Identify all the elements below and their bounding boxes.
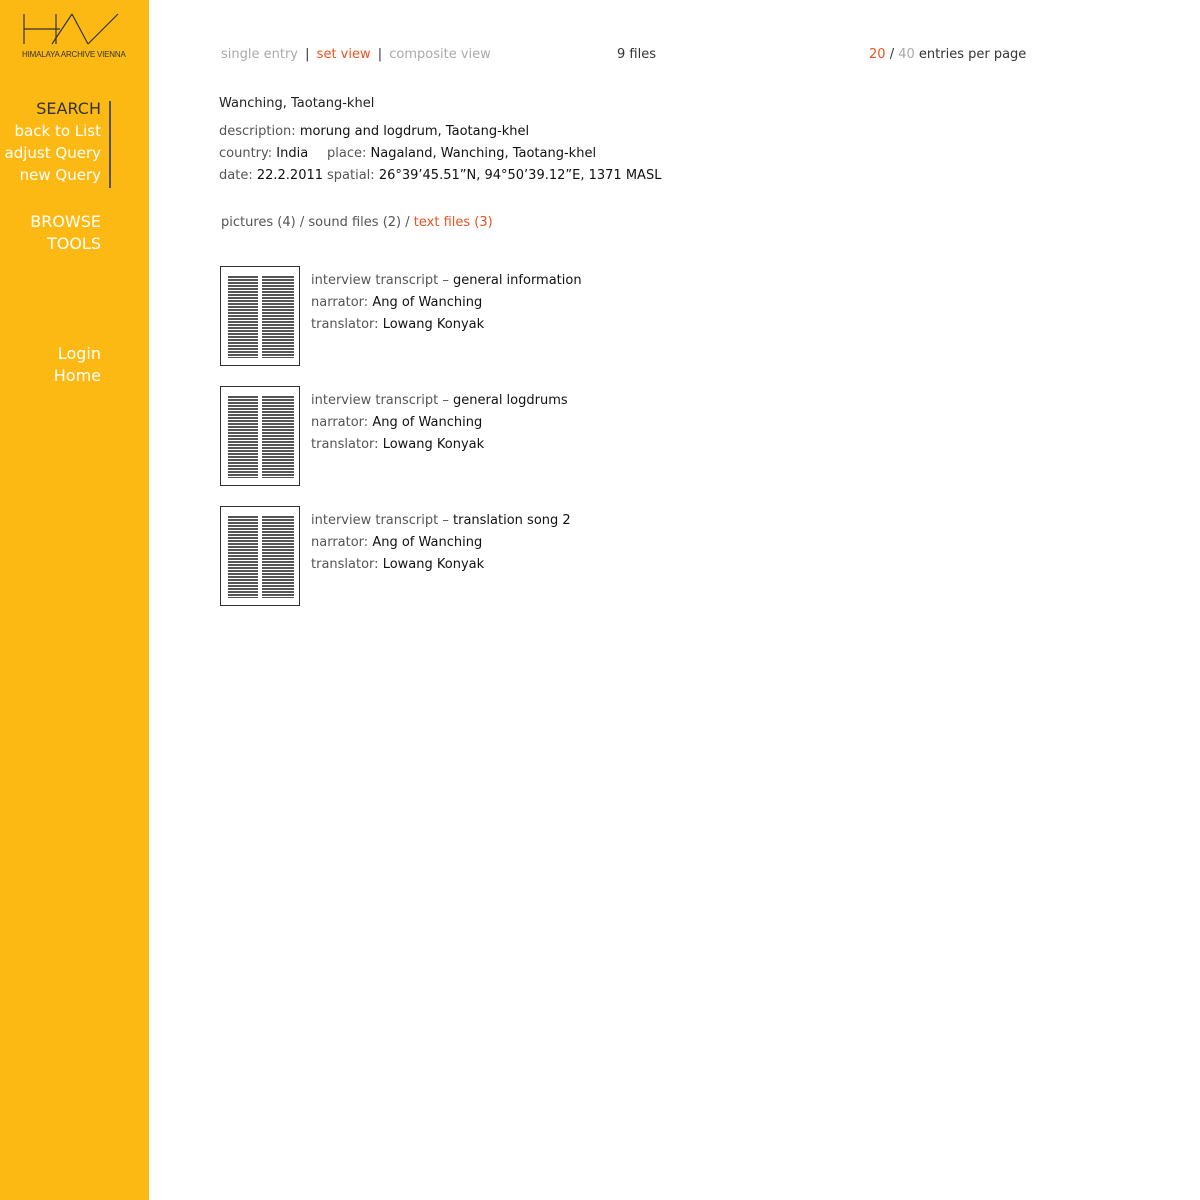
adjust-query-link[interactable]: adjust Query <box>5 142 101 164</box>
file-title[interactable]: general logdrums <box>453 393 568 408</box>
tab-text-files[interactable]: text files (3) <box>414 215 493 230</box>
place-label: place: <box>327 146 367 161</box>
narrator-label: narrator: <box>311 415 369 430</box>
text-column <box>228 516 258 598</box>
tab-pictures[interactable]: pictures (4) <box>221 215 296 230</box>
single-entry-link[interactable]: single entry <box>221 47 298 62</box>
narrator-value: Ang of Wanching <box>372 295 483 310</box>
text-column <box>262 516 294 598</box>
text-column <box>262 276 294 358</box>
new-query-link[interactable]: new Query <box>5 164 101 186</box>
narrator-line: narrator: Ang of Wanching <box>311 412 568 434</box>
tools-link[interactable]: TOOLS <box>30 233 101 255</box>
file-item[interactable]: interview transcript – general informati… <box>220 266 920 366</box>
spatial-value: 26°39’45.51”N, 94°50’39.12”E, 1371 MASL <box>378 168 662 183</box>
file-type-tabs: pictures (4) / sound files (2) / text fi… <box>221 215 493 230</box>
date-value: 22.2.2011 <box>256 168 324 183</box>
tab-separator: / <box>299 215 305 230</box>
file-type-label: interview transcript – <box>311 513 449 528</box>
text-column <box>228 276 258 358</box>
file-info: interview transcript – general logdrums … <box>311 390 568 456</box>
search-nav: SEARCH back to List adjust Query new Que… <box>5 98 101 186</box>
file-item[interactable]: interview transcript – general logdrums … <box>220 386 920 486</box>
translator-value: Lowang Konyak <box>382 437 485 452</box>
place-value: Nagaland, Wanching, Taotang-khel <box>370 146 597 161</box>
back-to-list-link[interactable]: back to List <box>5 120 101 142</box>
tab-sound-files[interactable]: sound files (2) <box>308 215 401 230</box>
translator-value: Lowang Konyak <box>382 317 485 332</box>
text-column <box>228 396 258 478</box>
file-title-line: interview transcript – general informati… <box>311 270 582 292</box>
sidebar: HIMALAYA ARCHIVE VIENNA SEARCH back to L… <box>0 0 149 1200</box>
browse-link[interactable]: BROWSE <box>30 211 101 233</box>
tab-separator: / <box>405 215 410 230</box>
login-link[interactable]: Login <box>54 343 101 365</box>
file-count: 9 files <box>617 47 656 62</box>
view-separator: | <box>305 47 310 62</box>
hav-logo[interactable]: HIMALAYA ARCHIVE VIENNA <box>22 12 126 62</box>
place-field: place: Nagaland, Wanching, Taotang-khel <box>327 146 596 161</box>
view-separator: | <box>377 47 383 62</box>
file-item[interactable]: interview transcript – translation song … <box>220 506 920 606</box>
composite-view-link[interactable]: composite view <box>389 47 491 62</box>
spatial-label: spatial: <box>327 168 375 183</box>
translator-label: translator: <box>311 557 379 572</box>
translator-line: translator: Lowang Konyak <box>311 314 582 336</box>
per-page-20-link[interactable]: 20 <box>869 47 886 62</box>
file-type-label: interview transcript – <box>311 393 449 408</box>
spatial-field: spatial: 26°39’45.51”N, 94°50’39.12”E, 1… <box>327 168 661 183</box>
file-info: interview transcript – translation song … <box>311 510 571 576</box>
hav-logo-mark <box>23 13 119 45</box>
file-title-line: interview transcript – general logdrums <box>311 390 568 412</box>
home-link[interactable]: Home <box>54 365 101 387</box>
narrator-value: Ang of Wanching <box>372 535 483 550</box>
set-view-link[interactable]: set view <box>317 47 371 62</box>
text-column <box>262 396 294 478</box>
file-title[interactable]: translation song 2 <box>453 513 571 528</box>
logo-subtitle: HIMALAYA ARCHIVE VIENNA <box>22 50 126 59</box>
per-page-40-link[interactable]: 40 <box>898 47 915 62</box>
description-label: description: <box>219 124 296 139</box>
narrator-line: narrator: Ang of Wanching <box>311 292 582 314</box>
narrator-label: narrator: <box>311 535 369 550</box>
country-place-row: country: India place: Nagaland, Wanching… <box>219 146 596 161</box>
description-value: morung and logdrum, Taotang-khel <box>299 124 530 139</box>
entries-per-page: 20 / 40 entries per page <box>869 47 1026 62</box>
narrator-line: narrator: Ang of Wanching <box>311 532 571 554</box>
account-nav: Login Home <box>54 343 101 387</box>
view-switcher: single entry | set view | composite view <box>221 47 491 62</box>
entry-title: Wanching, Taotang-khel <box>219 96 375 111</box>
translator-value: Lowang Konyak <box>382 557 485 572</box>
narrator-label: narrator: <box>311 295 369 310</box>
narrator-value: Ang of Wanching <box>372 415 483 430</box>
translator-label: translator: <box>311 437 379 452</box>
search-heading[interactable]: SEARCH <box>5 98 101 120</box>
description-row: description: morung and logdrum, Taotang… <box>219 124 529 139</box>
translator-label: translator: <box>311 317 379 332</box>
country-value: India <box>276 146 309 161</box>
document-thumbnail-icon[interactable] <box>220 266 300 366</box>
translator-line: translator: Lowang Konyak <box>311 554 571 576</box>
date-spatial-row: date: 22.2.2011 spatial: 26°39’45.51”N, … <box>219 168 661 183</box>
date-label: date: <box>219 168 253 183</box>
search-divider <box>109 101 111 188</box>
document-thumbnail-icon[interactable] <box>220 506 300 606</box>
per-page-label: entries per page <box>918 47 1027 62</box>
document-thumbnail-icon[interactable] <box>220 386 300 486</box>
view-toolbar: single entry | set view | composite view… <box>221 47 1041 67</box>
file-title[interactable]: general information <box>453 273 582 288</box>
per-page-separator: / <box>889 47 895 62</box>
browse-nav: BROWSE TOOLS <box>30 211 101 255</box>
file-info: interview transcript – general informati… <box>311 270 582 336</box>
translator-line: translator: Lowang Konyak <box>311 434 568 456</box>
file-title-line: interview transcript – translation song … <box>311 510 571 532</box>
country-label: country: <box>219 146 273 161</box>
file-type-label: interview transcript – <box>311 273 449 288</box>
